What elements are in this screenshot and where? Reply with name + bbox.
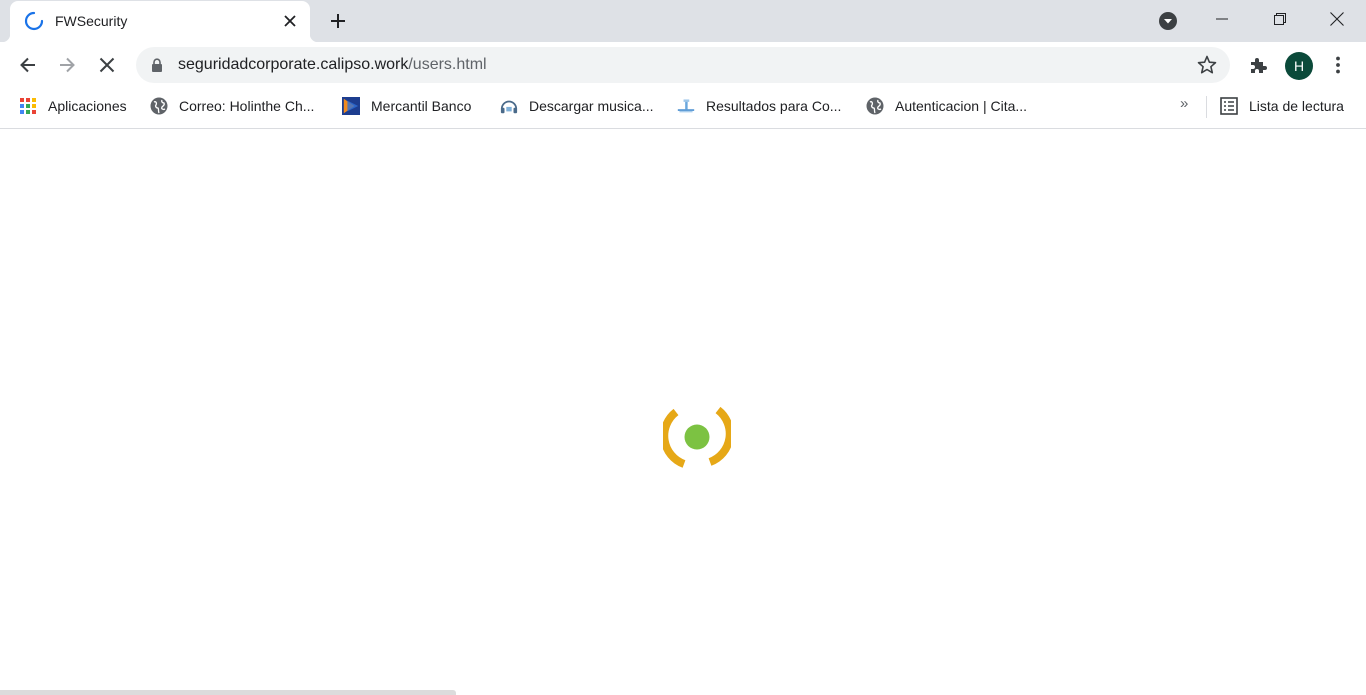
- extensions-button[interactable]: [1242, 49, 1274, 81]
- reading-list-label: Lista de lectura: [1249, 98, 1344, 114]
- arrow-right-icon: [60, 57, 75, 73]
- bookmark-correo[interactable]: Correo: Holinthe Ch...: [150, 95, 314, 117]
- loading-spinner-icon: [24, 11, 44, 31]
- url-host: seguridadcorporate.calipso.work: [178, 56, 409, 73]
- url-path: /users.html: [408, 56, 487, 73]
- new-tab-button[interactable]: [325, 8, 351, 34]
- bookmarks-divider: [1206, 96, 1207, 118]
- globe-icon: [150, 97, 168, 115]
- stop-icon: [99, 57, 115, 73]
- loading-spinner-icon: [663, 406, 731, 468]
- bookmark-resultados[interactable]: Resultados para Co...: [677, 95, 841, 117]
- profile-avatar[interactable]: H: [1285, 52, 1313, 80]
- window-close-button[interactable]: [1308, 0, 1366, 38]
- page-content: [0, 129, 1366, 695]
- bookmark-label: Mercantil Banco: [371, 98, 472, 114]
- tab-search-button[interactable]: [1156, 9, 1180, 33]
- mercantil-logo-icon: [342, 97, 360, 115]
- site-favicon-icon: [677, 97, 695, 115]
- browser-menu-button[interactable]: [1322, 49, 1354, 81]
- tab-strip: FWSecurity: [0, 0, 1366, 42]
- bookmark-label: Autenticacion | Cita...: [895, 98, 1028, 114]
- close-icon: [284, 15, 296, 27]
- horizontal-scrollbar[interactable]: [0, 690, 456, 695]
- plus-icon: [331, 14, 345, 28]
- bookmark-star-icon[interactable]: [1196, 54, 1218, 76]
- forward-button[interactable]: [51, 49, 83, 81]
- lock-icon[interactable]: [150, 58, 164, 72]
- window-restore-button[interactable]: [1251, 0, 1309, 38]
- reading-list-button[interactable]: Lista de lectura: [1220, 95, 1344, 117]
- kebab-menu-icon: [1336, 56, 1340, 74]
- back-button[interactable]: [12, 49, 44, 81]
- apps-grid-icon: [19, 97, 37, 115]
- bookmark-mercantil[interactable]: Mercantil Banco: [342, 95, 471, 117]
- chevron-down-circle-icon: [1159, 12, 1177, 30]
- bookmark-descargar[interactable]: Descargar musica...: [500, 95, 653, 117]
- bookmark-label: Correo: Holinthe Ch...: [179, 98, 315, 114]
- restore-icon: [1274, 13, 1286, 25]
- browser-toolbar: seguridadcorporate.calipso.work/users.ht…: [0, 42, 1366, 88]
- puzzle-icon: [1251, 58, 1267, 73]
- reading-list-icon: [1220, 97, 1238, 115]
- bookmark-apps[interactable]: Aplicaciones: [19, 95, 127, 117]
- url-text[interactable]: seguridadcorporate.calipso.work/users.ht…: [178, 56, 487, 74]
- minimize-icon: [1216, 18, 1228, 20]
- stop-loading-button[interactable]: [91, 49, 123, 81]
- bookmark-label: Aplicaciones: [48, 98, 127, 114]
- music-site-icon: [500, 97, 518, 115]
- address-bar[interactable]: seguridadcorporate.calipso.work/users.ht…: [136, 47, 1230, 83]
- close-icon: [1330, 12, 1344, 26]
- globe-icon: [866, 97, 884, 115]
- bookmarks-bar: Aplicaciones Correo: Holinthe Ch... Merc…: [0, 88, 1366, 129]
- bookmark-autenticacion[interactable]: Autenticacion | Cita...: [866, 95, 1027, 117]
- bookmark-label: Resultados para Co...: [706, 98, 842, 114]
- arrow-left-icon: [20, 57, 35, 73]
- tab-fwsecurity[interactable]: FWSecurity: [2, 1, 318, 42]
- window-minimize-button[interactable]: [1193, 0, 1251, 38]
- bookmark-label: Descargar musica...: [529, 98, 654, 114]
- tab-close-button[interactable]: [280, 11, 300, 31]
- bookmarks-overflow-button[interactable]: »: [1180, 95, 1188, 112]
- tab-title: FWSecurity: [55, 13, 128, 29]
